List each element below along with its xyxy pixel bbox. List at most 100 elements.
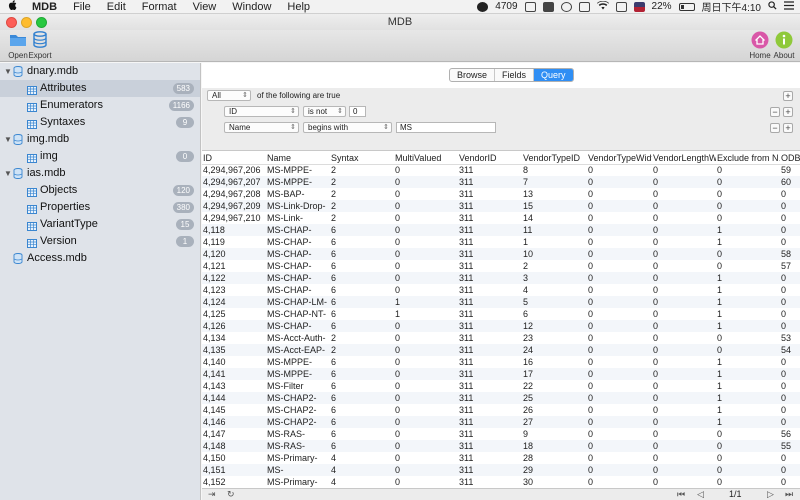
spotlight-icon[interactable] xyxy=(768,0,777,13)
table-row[interactable]: 4,148 MS-RAS- 6 0 311 18 0 0 0 55 xyxy=(202,440,800,452)
disclosure-triangle-icon[interactable]: ▼ xyxy=(4,63,12,80)
table-row[interactable]: 4,151 MS- 4 0 311 29 0 0 0 0 xyxy=(202,464,800,476)
condition-operator-select[interactable]: begins with ⇕ xyxy=(303,122,392,133)
chat-icon[interactable] xyxy=(542,1,554,12)
wifi-icon[interactable] xyxy=(596,0,609,13)
table-row[interactable]: 4,121 MS-CHAP- 6 0 311 2 0 0 0 57 xyxy=(202,260,800,272)
column-header[interactable]: ODBC xyxy=(780,153,800,165)
notification-center-icon[interactable] xyxy=(784,0,794,13)
table-row[interactable]: 4,294,967,209 MS-Link-Drop- 2 0 311 15 0 0 0 0 xyxy=(202,200,800,212)
sidebar-table-item[interactable]: Objects 120 xyxy=(0,182,200,199)
add-condition-button[interactable]: + xyxy=(783,107,793,117)
table-row[interactable]: 4,126 MS-CHAP- 6 0 311 12 0 0 1 0 xyxy=(202,320,800,332)
table-row[interactable]: 4,294,967,210 MS-Link- 2 0 311 14 0 0 0 0 xyxy=(202,212,800,224)
table-row[interactable]: 4,141 MS-MPPE- 6 0 311 17 0 0 1 0 xyxy=(202,368,800,380)
sidebar-table-item[interactable]: Enumerators 1166 xyxy=(0,97,200,114)
sidebar-database[interactable]: Access.mdb xyxy=(0,250,200,267)
add-group-button[interactable]: + xyxy=(783,91,793,101)
status-app-icon[interactable] xyxy=(477,1,489,12)
table-row[interactable]: 4,294,967,208 MS-BAP- 2 0 311 13 0 0 0 0 xyxy=(202,188,800,200)
menu-app-name[interactable]: MDB xyxy=(24,0,65,14)
menu-window[interactable]: Window xyxy=(224,0,279,14)
table-row[interactable]: 4,134 MS-Acct-Auth- 2 0 311 23 0 0 0 53 xyxy=(202,332,800,344)
match-mode-select[interactable]: All ⇕ xyxy=(207,90,251,101)
column-header[interactable]: VendorLengthWi… xyxy=(652,153,716,165)
next-page-icon[interactable]: ▷ xyxy=(767,489,774,500)
column-header[interactable]: Name xyxy=(266,153,330,165)
apple-menu-icon[interactable] xyxy=(0,0,24,13)
sidebar-database[interactable]: ▼ ias.mdb xyxy=(0,165,200,182)
tab-browse[interactable]: Browse xyxy=(450,69,496,81)
menu-file[interactable]: File xyxy=(65,0,99,14)
sidebar-table-item[interactable]: img 0 xyxy=(0,148,200,165)
remove-condition-button[interactable]: − xyxy=(770,123,780,133)
column-header[interactable]: VendorTypeWidth xyxy=(587,153,652,165)
tab-query[interactable]: Query xyxy=(534,69,573,81)
sidebar-table-item[interactable]: Attributes 583 xyxy=(0,80,200,97)
step-forward-icon[interactable]: ⇥ xyxy=(208,489,216,500)
table-row[interactable]: 4,143 MS-Filter 6 0 311 22 0 0 1 0 xyxy=(202,380,800,392)
condition-value-input[interactable]: 0 xyxy=(349,106,366,117)
disclosure-triangle-icon[interactable]: ▼ xyxy=(4,131,12,148)
about-button[interactable]: About xyxy=(766,30,800,60)
condition-operator-select[interactable]: is not ⇕ xyxy=(303,106,346,117)
table-row[interactable]: 4,152 MS-Primary- 4 0 311 30 0 0 0 0 xyxy=(202,476,800,487)
bluetooth-icon[interactable] xyxy=(578,1,590,12)
volume-icon[interactable] xyxy=(615,1,627,12)
column-header[interactable]: VendorTypeID xyxy=(522,153,587,165)
column-header[interactable]: MultiValued xyxy=(394,153,458,165)
table-row[interactable]: 4,125 MS-CHAP-NT- 6 1 311 6 0 0 1 0 xyxy=(202,308,800,320)
battery-icon[interactable] xyxy=(678,2,695,11)
table-row[interactable]: 4,118 MS-CHAP- 6 0 311 11 0 0 1 0 xyxy=(202,224,800,236)
title-bar[interactable]: MDB xyxy=(0,14,800,30)
clock-icon[interactable] xyxy=(560,1,572,12)
menu-view[interactable]: View xyxy=(185,0,225,14)
table-row[interactable]: 4,124 MS-CHAP-LM- 6 1 311 5 0 0 1 0 xyxy=(202,296,800,308)
condition-value-input[interactable]: MS xyxy=(396,122,496,133)
first-page-icon[interactable]: ⏮ xyxy=(677,489,685,500)
table-row[interactable]: 4,123 MS-CHAP- 6 0 311 4 0 0 1 0 xyxy=(202,284,800,296)
condition-field-select[interactable]: ID ⇕ xyxy=(224,106,299,117)
export-button[interactable]: Export xyxy=(22,30,58,60)
menu-edit[interactable]: Edit xyxy=(99,0,134,14)
minimize-window-button[interactable] xyxy=(21,17,32,28)
zoom-window-button[interactable] xyxy=(36,17,47,28)
table-row[interactable]: 4,120 MS-CHAP- 6 0 311 10 0 0 0 58 xyxy=(202,248,800,260)
close-window-button[interactable] xyxy=(6,17,17,28)
table-row[interactable]: 4,145 MS-CHAP2- 6 0 311 26 0 0 1 0 xyxy=(202,404,800,416)
table-row[interactable]: 4,140 MS-MPPE- 6 0 311 16 0 0 1 0 xyxy=(202,356,800,368)
refresh-icon[interactable]: ↻ xyxy=(227,489,235,500)
last-page-icon[interactable]: ⏭ xyxy=(785,489,793,500)
prev-page-icon[interactable]: ◁ xyxy=(697,489,704,500)
table-row[interactable]: 4,135 MS-Acct-EAP- 2 0 311 24 0 0 0 54 xyxy=(202,344,800,356)
table-row[interactable]: 4,144 MS-CHAP2- 6 0 311 25 0 0 1 0 xyxy=(202,392,800,404)
column-header[interactable]: VendorID xyxy=(458,153,522,165)
table-row[interactable]: 4,122 MS-CHAP- 6 0 311 3 0 0 1 0 xyxy=(202,272,800,284)
sidebar-database[interactable]: ▼ img.mdb xyxy=(0,131,200,148)
column-header[interactable]: Syntax xyxy=(330,153,394,165)
sidebar-table-item[interactable]: Version 1 xyxy=(0,233,200,250)
column-header[interactable]: Exclude from N… xyxy=(716,153,780,165)
clock-text[interactable]: 周日下午4:10 xyxy=(702,0,761,14)
menu-help[interactable]: Help xyxy=(279,0,318,14)
table-row[interactable]: 4,294,967,207 MS-MPPE- 2 0 311 7 0 0 0 60 xyxy=(202,176,800,188)
table-row[interactable]: 4,146 MS-CHAP2- 6 0 311 27 0 0 1 0 xyxy=(202,416,800,428)
condition-field-select[interactable]: Name ⇕ xyxy=(224,122,299,133)
table-row[interactable]: 4,294,967,206 MS-MPPE- 2 0 311 8 0 0 0 59 xyxy=(202,164,800,176)
display-icon[interactable] xyxy=(524,1,536,12)
sidebar-table-item[interactable]: Syntaxes 9 xyxy=(0,114,200,131)
sidebar-database[interactable]: ▼ dnary.mdb xyxy=(0,63,200,80)
sidebar-table-item[interactable]: VariantType 15 xyxy=(0,216,200,233)
column-header[interactable]: ID xyxy=(202,153,266,165)
table-row[interactable]: 4,147 MS-RAS- 6 0 311 9 0 0 0 56 xyxy=(202,428,800,440)
disclosure-triangle-icon[interactable]: ▼ xyxy=(4,165,12,182)
sidebar-table-item[interactable]: Properties 380 xyxy=(0,199,200,216)
database-name: img.mdb xyxy=(27,133,70,145)
add-condition-button[interactable]: + xyxy=(783,123,793,133)
menu-format[interactable]: Format xyxy=(134,0,185,14)
tab-fields[interactable]: Fields xyxy=(495,69,535,81)
table-row[interactable]: 4,150 MS-Primary- 4 0 311 28 0 0 0 0 xyxy=(202,452,800,464)
table-row[interactable]: 4,119 MS-CHAP- 6 0 311 1 0 0 1 0 xyxy=(202,236,800,248)
flag-icon[interactable] xyxy=(633,1,645,12)
remove-condition-button[interactable]: − xyxy=(770,107,780,117)
